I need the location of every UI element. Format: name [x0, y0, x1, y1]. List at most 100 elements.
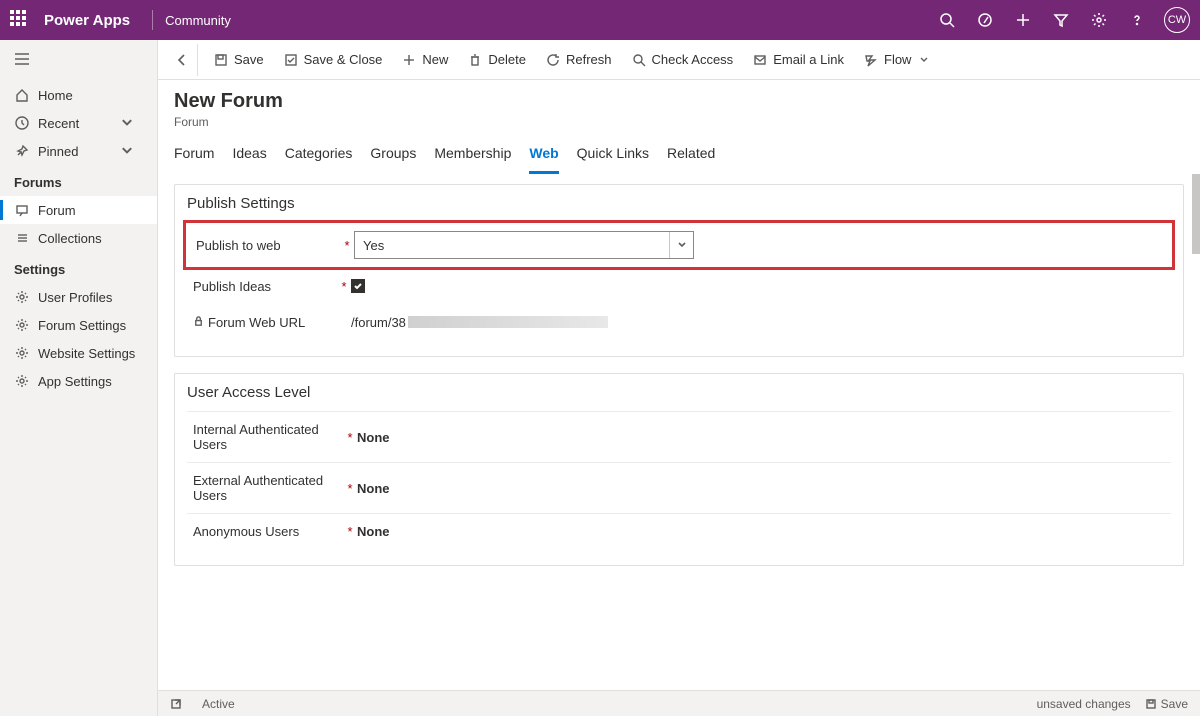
chevron-down-icon — [669, 232, 693, 258]
environment-label[interactable]: Community — [165, 13, 231, 28]
content-area: Publish Settings Publish to web * Yes — [158, 174, 1200, 690]
tab-web[interactable]: Web — [529, 145, 558, 174]
sidebar-label: Website Settings — [38, 346, 135, 361]
sidebar-label: User Profiles — [38, 290, 112, 305]
forum-web-url-value: /forum/38 — [351, 315, 691, 330]
sidebar-label: Collections — [38, 231, 102, 246]
sidebar: Home Recent Pinned Forums Forum Collecti… — [0, 40, 158, 716]
sidebar-item-app-settings[interactable]: App Settings — [0, 367, 157, 395]
tab-forum[interactable]: Forum — [174, 145, 214, 174]
search-icon[interactable] — [930, 0, 964, 40]
pin-icon — [14, 143, 30, 159]
required-marker: * — [343, 430, 357, 445]
record-state: Active — [202, 697, 235, 711]
sidebar-label: App Settings — [38, 374, 112, 389]
cmd-label: Refresh — [566, 52, 612, 67]
app-launcher-icon[interactable] — [10, 10, 30, 30]
settings-icon[interactable] — [1082, 0, 1116, 40]
brand-label: Power Apps — [44, 12, 130, 29]
sidebar-label: Recent — [38, 116, 79, 131]
sidebar-label: Pinned — [38, 144, 78, 159]
tab-quick-links[interactable]: Quick Links — [577, 145, 649, 174]
tab-membership[interactable]: Membership — [434, 145, 511, 174]
filter-icon[interactable] — [1044, 0, 1078, 40]
sidebar-item-pinned[interactable]: Pinned — [0, 137, 157, 165]
command-bar: Save Save & Close New Delete Refresh Che… — [158, 40, 1200, 80]
tab-related[interactable]: Related — [667, 145, 715, 174]
sidebar-group-forums: Forums — [0, 165, 157, 196]
cmd-label: New — [422, 52, 448, 67]
plus-icon — [402, 53, 416, 67]
gear-icon — [14, 373, 30, 389]
main-region: Save Save & Close New Delete Refresh Che… — [158, 40, 1200, 716]
add-icon[interactable] — [1006, 0, 1040, 40]
sidebar-item-home[interactable]: Home — [0, 81, 157, 109]
user-avatar[interactable]: CW — [1164, 7, 1190, 33]
status-save-button[interactable]: Save — [1145, 697, 1188, 711]
sidebar-item-recent[interactable]: Recent — [0, 109, 157, 137]
forum-web-url-label: Forum Web URL — [187, 315, 337, 330]
search-person-icon — [632, 53, 646, 67]
back-button[interactable] — [166, 44, 198, 76]
external-users-value[interactable]: None — [357, 481, 390, 496]
chevron-down-icon — [119, 143, 135, 159]
email-link-button[interactable]: Email a Link — [743, 44, 854, 76]
internal-users-value[interactable]: None — [357, 430, 390, 445]
clock-icon — [14, 115, 30, 131]
flow-icon — [864, 53, 878, 67]
gear-icon — [14, 317, 30, 333]
target-icon[interactable] — [968, 0, 1002, 40]
save-button[interactable]: Save — [204, 44, 274, 76]
save-close-button[interactable]: Save & Close — [274, 44, 393, 76]
scrollbar[interactable] — [1192, 174, 1200, 254]
tab-categories[interactable]: Categories — [285, 145, 353, 174]
gear-icon — [14, 345, 30, 361]
popout-icon[interactable] — [170, 698, 182, 710]
check-access-button[interactable]: Check Access — [622, 44, 744, 76]
tab-ideas[interactable]: Ideas — [232, 145, 266, 174]
mail-icon — [753, 53, 767, 67]
publish-settings-section: Publish Settings Publish to web * Yes — [174, 184, 1184, 357]
save-close-icon — [284, 53, 298, 67]
sidebar-item-forum-settings[interactable]: Forum Settings — [0, 311, 157, 339]
publish-to-web-select[interactable]: Yes — [354, 231, 694, 259]
sidebar-item-user-profiles[interactable]: User Profiles — [0, 283, 157, 311]
sidebar-label: Forum Settings — [38, 318, 126, 333]
required-marker: * — [340, 238, 354, 253]
publish-ideas-checkbox[interactable] — [351, 279, 365, 293]
publish-to-web-label: Publish to web — [190, 238, 340, 253]
cmd-label: Check Access — [652, 52, 734, 67]
sidebar-item-website-settings[interactable]: Website Settings — [0, 339, 157, 367]
sidebar-item-forum[interactable]: Forum — [0, 196, 157, 224]
required-marker: * — [343, 524, 357, 539]
flow-button[interactable]: Flow — [854, 44, 941, 76]
status-bar: Active unsaved changes Save — [158, 690, 1200, 716]
external-users-label: External Authenticated Users — [193, 473, 343, 503]
save-icon — [214, 53, 228, 67]
publish-ideas-label: Publish Ideas — [187, 279, 337, 294]
list-icon — [14, 230, 30, 246]
anon-users-value[interactable]: None — [357, 524, 390, 539]
cmd-label: Save & Close — [304, 52, 383, 67]
chevron-down-icon — [119, 115, 135, 131]
redacted-text — [408, 316, 608, 328]
highlighted-field: Publish to web * Yes — [183, 220, 1175, 270]
cmd-label: Flow — [884, 52, 911, 67]
trash-icon — [468, 53, 482, 67]
required-marker: * — [343, 481, 357, 496]
tab-list: Forum Ideas Categories Groups Membership… — [158, 129, 1200, 174]
cmd-label: Email a Link — [773, 52, 844, 67]
internal-users-label: Internal Authenticated Users — [193, 422, 343, 452]
tab-groups[interactable]: Groups — [370, 145, 416, 174]
help-icon[interactable] — [1120, 0, 1154, 40]
new-button[interactable]: New — [392, 44, 458, 76]
user-access-section: User Access Level Internal Authenticated… — [174, 373, 1184, 566]
hamburger-icon[interactable] — [0, 40, 157, 81]
forum-icon — [14, 202, 30, 218]
refresh-button[interactable]: Refresh — [536, 44, 622, 76]
sidebar-item-collections[interactable]: Collections — [0, 224, 157, 252]
top-bar: Power Apps Community CW — [0, 0, 1200, 40]
cmd-label: Save — [234, 52, 264, 67]
delete-button[interactable]: Delete — [458, 44, 536, 76]
anon-users-label: Anonymous Users — [193, 524, 343, 539]
